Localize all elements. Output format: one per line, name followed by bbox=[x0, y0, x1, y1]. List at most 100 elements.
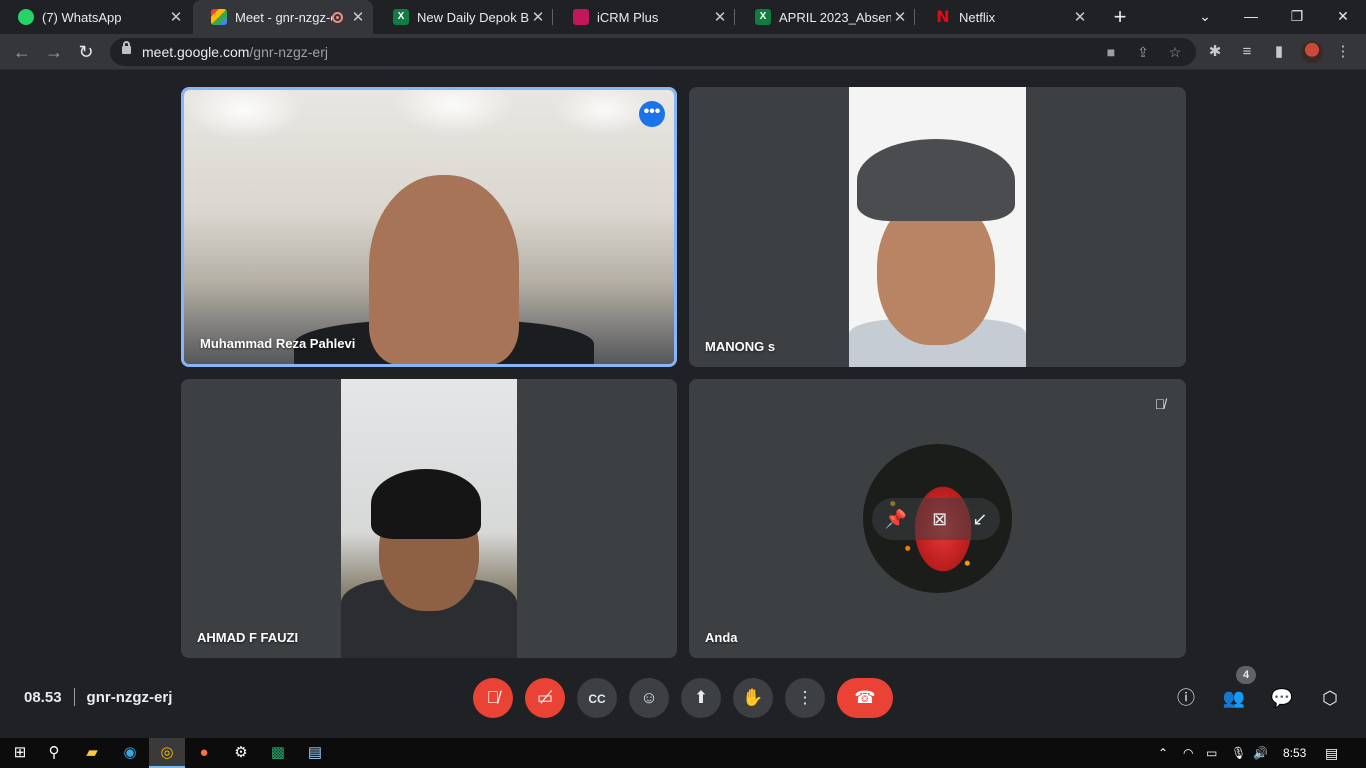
participant-video bbox=[184, 90, 674, 364]
chrome-icon[interactable]: ◎ bbox=[149, 738, 185, 768]
camera-toggle-button[interactable]: ▭̸ bbox=[525, 678, 565, 718]
share-icon[interactable]: ⇪ bbox=[1133, 42, 1153, 62]
wifi-icon[interactable]: ◠ bbox=[1183, 745, 1193, 761]
whatsapp-icon bbox=[18, 9, 34, 25]
tab-icrm-plus[interactable]: iCRM Plus ✕ bbox=[555, 0, 735, 34]
close-window-button[interactable]: ✕ bbox=[1320, 0, 1366, 34]
close-icon[interactable]: ✕ bbox=[349, 8, 367, 26]
url-text: meet.google.com/gnr-nzgz-erj bbox=[142, 44, 328, 60]
browser-tab-strip: (7) WhatsApp ✕ Meet - gnr-nzgz-e ✕ X New… bbox=[0, 0, 1366, 34]
participant-tile-reza[interactable]: ••• Muhammad Reza Pahlevi bbox=[181, 87, 677, 367]
minimize-button[interactable]: — bbox=[1228, 0, 1274, 34]
more-options-button[interactable]: ⋮ bbox=[785, 678, 825, 718]
windows-start-icon[interactable]: ⊞ bbox=[8, 741, 32, 765]
edge-icon[interactable]: ◉ bbox=[118, 741, 142, 765]
present-screen-button[interactable]: ⬆ bbox=[681, 678, 721, 718]
lock-icon bbox=[122, 41, 131, 54]
participant-tile-self[interactable]: 🎙̸ 📌 ⊠ ↙ Anda bbox=[689, 379, 1186, 658]
media-control-icon[interactable]: ≡ bbox=[1237, 42, 1257, 62]
reload-button[interactable]: ↻ bbox=[73, 39, 99, 65]
tab-title: APRIL 2023_Absensi Ik bbox=[779, 9, 891, 25]
menu-icon[interactable]: ⋮ bbox=[1333, 42, 1353, 62]
mic-off-icon: 🎙̸ bbox=[486, 688, 500, 707]
more-options-icon[interactable]: ••• bbox=[639, 101, 665, 127]
close-icon[interactable]: ✕ bbox=[529, 8, 547, 26]
tab-april-absensi[interactable]: X APRIL 2023_Absensi Ik ✕ bbox=[737, 0, 915, 34]
participant-name: AHMAD F FAUZI bbox=[197, 630, 299, 645]
volume-icon[interactable]: 🔊 bbox=[1253, 745, 1268, 761]
excel-taskbar-icon[interactable]: ▩ bbox=[266, 741, 290, 765]
participant-count-badge: 4 bbox=[1236, 666, 1256, 684]
microphone-icon[interactable]: 🎙 bbox=[1231, 745, 1246, 761]
tab-search-button[interactable]: ⌄ bbox=[1182, 0, 1228, 34]
emoji-icon: ☺ bbox=[640, 688, 658, 707]
captions-icon: CC bbox=[588, 692, 606, 706]
clock[interactable]: 8:53 bbox=[1283, 745, 1306, 761]
network-tool-icon[interactable]: ⚙ bbox=[229, 741, 253, 765]
leave-call-button[interactable]: ☎ bbox=[837, 678, 893, 718]
tab-whatsapp[interactable]: (7) WhatsApp ✕ bbox=[0, 0, 191, 34]
notification-icon[interactable]: ▤ bbox=[1325, 745, 1338, 761]
tile-hover-controls: 📌 ⊠ ↙ bbox=[872, 498, 1000, 540]
camera-icon[interactable]: ■ bbox=[1101, 42, 1121, 62]
url-host: meet.google.com bbox=[142, 44, 250, 60]
back-button[interactable]: ← bbox=[9, 39, 35, 65]
file-explorer-icon[interactable]: ▰ bbox=[80, 741, 104, 765]
search-icon[interactable]: ⚲ bbox=[42, 741, 66, 765]
windows-taskbar: ⊞ ⚲ ▰ ◉ ◎ ● ⚙ ▩ ▤ ⌃ ◠ ▭ 🎙 🔊 8:53 ▤ bbox=[0, 738, 1366, 768]
participant-tile-manong[interactable]: MANONG s bbox=[689, 87, 1186, 367]
reactions-button[interactable]: ☺ bbox=[629, 678, 669, 718]
google-meet-icon bbox=[211, 9, 227, 25]
tab-title: iCRM Plus bbox=[597, 9, 659, 25]
tab-meet[interactable]: Meet - gnr-nzgz-e ✕ bbox=[193, 0, 373, 34]
participant-video bbox=[341, 379, 517, 658]
forward-button[interactable]: → bbox=[41, 39, 67, 65]
raise-hand-button[interactable]: ✋ bbox=[733, 678, 773, 718]
recording-icon bbox=[332, 11, 343, 23]
firefox-icon[interactable]: ● bbox=[192, 741, 216, 765]
profile-avatar[interactable] bbox=[1301, 41, 1323, 63]
captions-button[interactable]: CC bbox=[577, 678, 617, 718]
meeting-details-icon[interactable]: ⓘ bbox=[1174, 686, 1198, 710]
close-icon[interactable]: ✕ bbox=[1071, 8, 1089, 26]
notepad-icon[interactable]: ▤ bbox=[303, 741, 327, 765]
battery-icon[interactable]: ▭ bbox=[1206, 745, 1217, 761]
tab-separator bbox=[552, 9, 553, 25]
participant-hair bbox=[371, 469, 481, 539]
tray-overflow-icon[interactable]: ⌃ bbox=[1158, 745, 1168, 761]
people-icon[interactable]: 👥 bbox=[1222, 686, 1246, 710]
side-panel-icon[interactable]: ▮ bbox=[1269, 42, 1289, 62]
meeting-time: 08.53 bbox=[24, 688, 62, 706]
participant-name: Anda bbox=[705, 630, 738, 645]
tab-netflix[interactable]: N Netflix ✕ bbox=[917, 0, 1095, 34]
remove-from-grid-icon[interactable]: ⊠ bbox=[932, 509, 947, 530]
present-icon: ⬆ bbox=[693, 688, 709, 707]
chat-icon[interactable]: 💬 bbox=[1270, 686, 1294, 710]
icrm-icon bbox=[573, 9, 589, 25]
new-tab-button[interactable]: + bbox=[1108, 5, 1132, 29]
address-bar[interactable]: meet.google.com/gnr-nzgz-erj ■ ⇪ ☆ bbox=[110, 38, 1196, 66]
bookmark-star-icon[interactable]: ☆ bbox=[1165, 42, 1185, 62]
meeting-code: gnr-nzgz-erj bbox=[86, 688, 173, 706]
excel-icon: X bbox=[393, 9, 409, 25]
mic-toggle-button[interactable]: 🎙̸ bbox=[473, 678, 513, 718]
tab-new-daily-depok[interactable]: X New Daily Depok Bek ✕ bbox=[375, 0, 553, 34]
more-vert-icon: ⋮ bbox=[796, 688, 814, 707]
url-path: /gnr-nzgz-erj bbox=[249, 44, 328, 60]
restore-button[interactable]: ❐ bbox=[1274, 0, 1320, 34]
participant-cap bbox=[857, 139, 1015, 221]
activities-icon[interactable]: ⬡ bbox=[1318, 686, 1342, 710]
participant-name: Muhammad Reza Pahlevi bbox=[200, 336, 356, 351]
close-icon[interactable]: ✕ bbox=[711, 8, 729, 26]
participant-tile-ahmad[interactable]: AHMAD F FAUZI bbox=[181, 379, 677, 658]
meeting-info: 08.53 gnr-nzgz-erj bbox=[24, 688, 172, 706]
netflix-icon: N bbox=[936, 7, 950, 26]
excel-icon: X bbox=[755, 9, 771, 25]
close-icon[interactable]: ✕ bbox=[167, 8, 185, 26]
mic-off-icon: 🎙̸ bbox=[1154, 396, 1166, 412]
camera-off-icon: ▭̸ bbox=[536, 688, 554, 707]
pin-icon[interactable]: 📌 bbox=[885, 509, 907, 530]
close-icon[interactable]: ✕ bbox=[891, 8, 909, 26]
extensions-icon[interactable]: ✱ bbox=[1205, 42, 1225, 62]
minimize-tile-icon[interactable]: ↙ bbox=[972, 509, 987, 530]
